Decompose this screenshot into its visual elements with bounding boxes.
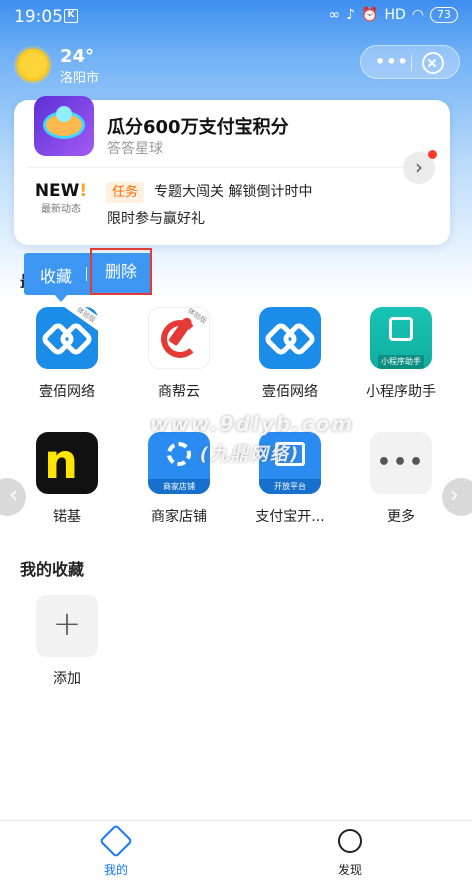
menu-pointer xyxy=(54,294,68,302)
app-item[interactable]: 开放平台 支付宝开... xyxy=(240,432,340,526)
store-icon: 商家店铺 xyxy=(148,432,210,494)
add-favorite-label: 添加 xyxy=(53,671,81,687)
promo-subtitle: 答答星球 xyxy=(107,141,163,157)
app-notification-icon: K xyxy=(64,9,78,23)
cube-icon xyxy=(99,824,133,858)
app-item[interactable]: 壹佰网络 xyxy=(240,307,340,401)
app-label: 壹佰网络 xyxy=(262,384,318,400)
alarm-icon: ⏰ xyxy=(361,7,379,23)
app-label: 支付宝开... xyxy=(255,509,325,525)
nfc-icon: ∞ xyxy=(328,7,341,23)
tab-mine[interactable]: 我的 xyxy=(76,824,156,878)
signal-icon: HD xyxy=(384,7,406,23)
app-item[interactable]: ••• 更多 xyxy=(351,432,451,526)
notification-dot xyxy=(428,150,437,159)
app-label: 更多 xyxy=(387,509,415,525)
planet-logo-icon xyxy=(34,96,94,156)
scroll-right-button[interactable]: › xyxy=(442,478,472,516)
status-icons: ∞ ♪ ⏰ HD ◠ 73 xyxy=(328,7,458,23)
tab-mine-label: 我的 xyxy=(103,863,128,877)
promo-card[interactable]: 瓜分600万支付宝积分 答答星球 NEW! 最新动态 任务 专题大闯关 解锁倒计… xyxy=(14,96,450,245)
battery-icon: 73 xyxy=(430,7,458,23)
sun-icon[interactable] xyxy=(14,46,52,84)
mute-icon: ♪ xyxy=(346,7,356,23)
city-name[interactable]: 洛阳市 xyxy=(60,67,99,86)
app-item[interactable]: 商家店铺 商家店铺 xyxy=(129,432,229,526)
app-item[interactable]: 体验版 商帮云 xyxy=(129,307,229,401)
menu-divider xyxy=(86,267,87,281)
news-badge: NEW! 最新动态 xyxy=(34,181,88,215)
app-label: 商家店铺 xyxy=(151,509,207,525)
add-favorite-button[interactable]: + xyxy=(36,595,98,657)
promo-title: 瓜分600万支付宝积分 xyxy=(107,117,289,138)
mini-program-capsule: ••• xyxy=(360,45,460,79)
app-item[interactable]: 体验版 壹佰网络 xyxy=(17,307,117,401)
card-divider xyxy=(29,167,435,168)
task-subtext: 限时参与赢好礼 xyxy=(107,211,205,227)
mini-program-icon: 小程序助手 xyxy=(370,307,432,369)
open-platform-icon: 开放平台 xyxy=(259,432,321,494)
task-tag: 任务 xyxy=(106,182,145,203)
status-bar: 19:05 K ∞ ♪ ⏰ HD ◠ 73 xyxy=(0,0,472,34)
tab-discover-label: 发现 xyxy=(337,863,362,877)
delete-button[interactable]: 删除 xyxy=(90,248,152,295)
app-item[interactable]: n 锘基 xyxy=(17,432,117,526)
task-text: 专题大闯关 解锁倒计时中 xyxy=(154,184,313,200)
more-icon: ••• xyxy=(370,432,432,494)
close-icon[interactable] xyxy=(422,52,444,74)
temperature[interactable]: 24° xyxy=(60,46,94,67)
app-item[interactable]: 小程序助手 小程序助手 xyxy=(351,307,451,401)
compass-icon xyxy=(338,829,362,853)
app-label: 壹佰网络 xyxy=(39,384,95,400)
app-label: 锘基 xyxy=(53,509,81,525)
favorite-button[interactable]: 收藏 xyxy=(40,263,72,287)
favorites-title: 我的收藏 xyxy=(20,560,85,579)
bottom-tab-bar: 我的 发现 xyxy=(0,820,472,881)
context-menu: 收藏 删除 xyxy=(24,248,152,295)
more-options-button[interactable]: ••• xyxy=(375,52,409,71)
status-time: 19:05 xyxy=(14,7,63,27)
app-label: 小程序助手 xyxy=(366,384,436,400)
wifi-icon: ◠ xyxy=(411,7,424,23)
tab-discover[interactable]: 发现 xyxy=(310,829,390,878)
capsule-divider xyxy=(411,55,412,71)
app-label: 商帮云 xyxy=(158,384,200,400)
nuoji-icon: n xyxy=(36,432,98,494)
yibai-icon: 体验版 xyxy=(36,307,98,369)
shangbang-icon: 体验版 xyxy=(148,307,210,369)
yibai-icon xyxy=(259,307,321,369)
